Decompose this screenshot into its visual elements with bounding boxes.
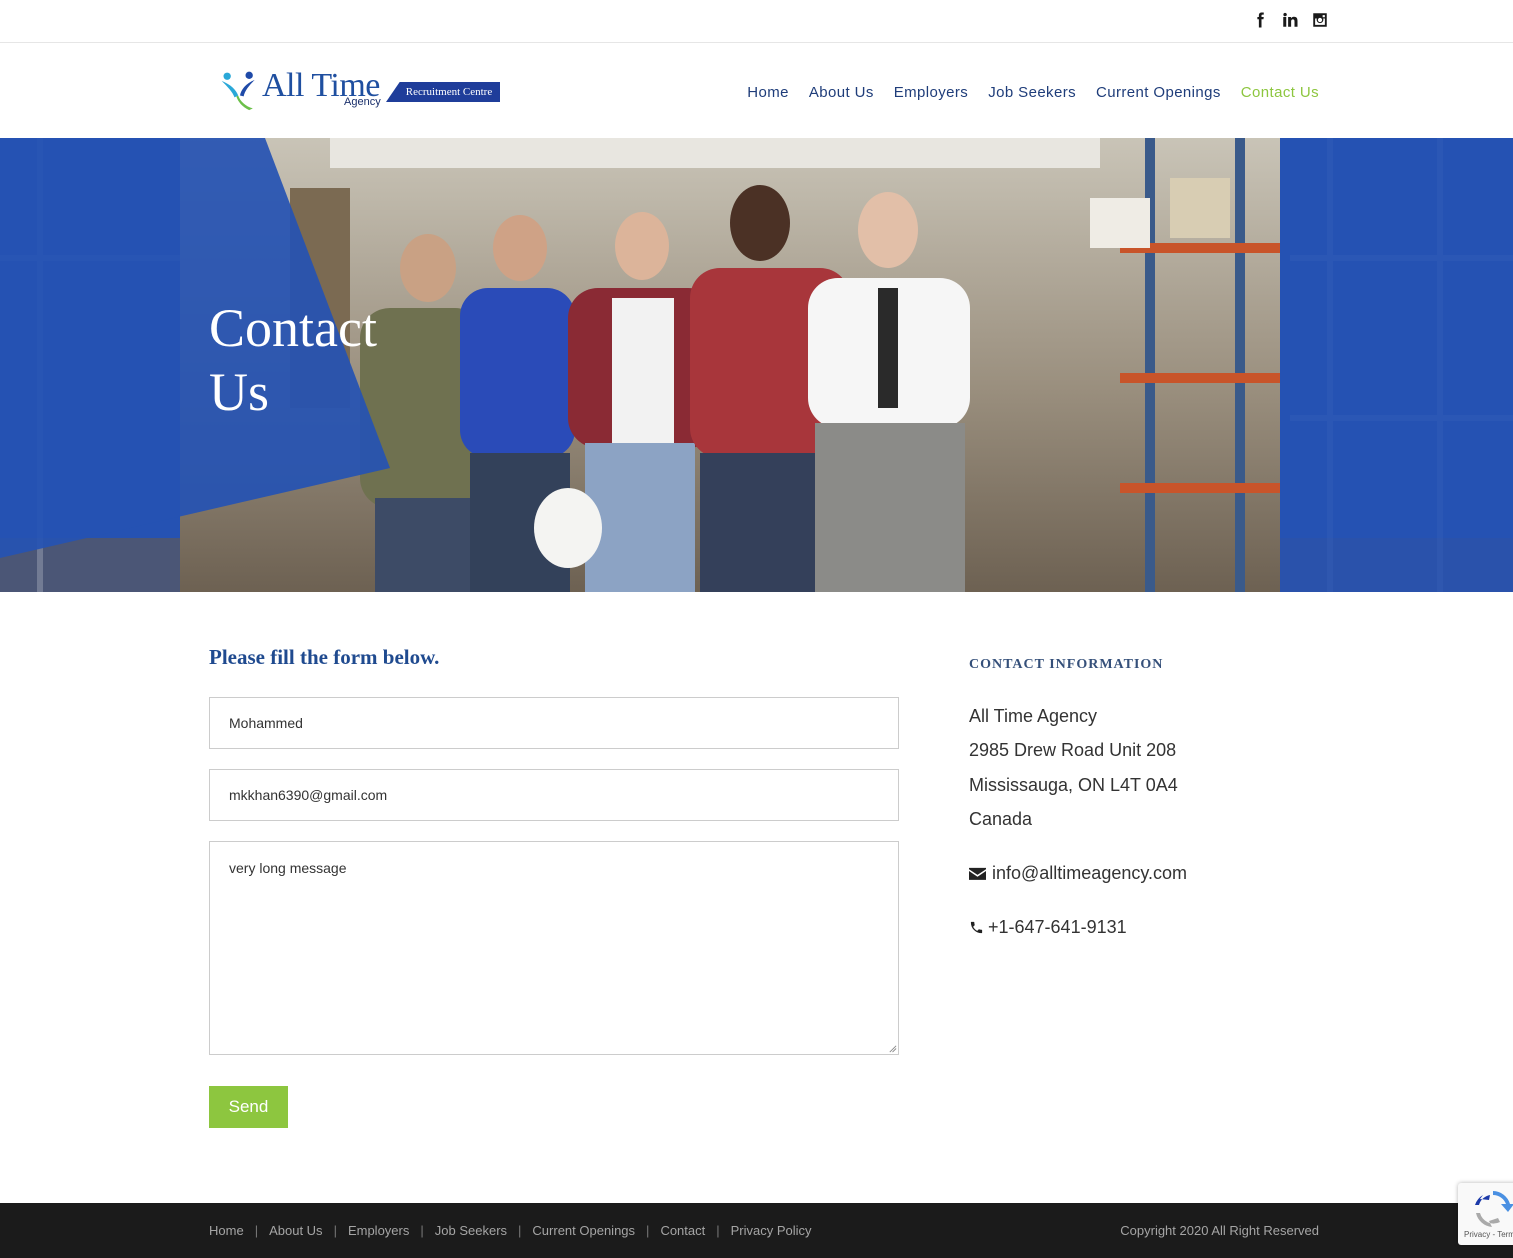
nav-about-us[interactable]: About Us xyxy=(809,84,874,101)
footer-link-about-us[interactable]: About Us xyxy=(269,1223,322,1238)
message-field[interactable]: very long message xyxy=(209,841,899,1055)
footer-separator: | xyxy=(254,1223,259,1238)
email-field[interactable]: mkkhan6390@gmail.com xyxy=(209,769,899,821)
copyright: Copyright 2020 All Right Reserved xyxy=(1120,1223,1319,1238)
top-bar xyxy=(0,0,1513,43)
logo-band: Recruitment Centre xyxy=(386,82,500,102)
footer-separator: | xyxy=(518,1223,522,1238)
recaptcha-icon xyxy=(1475,1191,1513,1227)
contact-company: All Time Agency xyxy=(969,706,1098,726)
contact-email[interactable]: info@alltimeagency.com xyxy=(992,863,1187,883)
envelope-icon xyxy=(969,866,986,881)
logo-subtitle: Agency xyxy=(344,96,381,108)
main-nav: Home About Us Employers Job Seekers Curr… xyxy=(747,84,1319,101)
send-button[interactable]: Send xyxy=(209,1086,288,1128)
footer-link-job-seekers[interactable]: Job Seekers xyxy=(435,1223,507,1238)
nav-job-seekers[interactable]: Job Seekers xyxy=(988,84,1076,101)
recaptcha-text[interactable]: Privacy - Terms xyxy=(1464,1230,1513,1239)
contact-info-title: CONTACT INFORMATION xyxy=(969,657,1164,672)
footer-links: Home | About Us | Employers | Job Seeker… xyxy=(209,1223,812,1238)
nav-employers[interactable]: Employers xyxy=(894,84,968,101)
nav-current-openings[interactable]: Current Openings xyxy=(1096,84,1221,101)
footer-separator: | xyxy=(646,1223,650,1238)
footer-separator: | xyxy=(333,1223,337,1238)
nav-home[interactable]: Home xyxy=(747,84,789,101)
footer-link-current-openings[interactable]: Current Openings xyxy=(532,1223,635,1238)
footer-separator: | xyxy=(420,1223,424,1238)
footer-link-home[interactable]: Home xyxy=(209,1223,244,1238)
recaptcha-badge[interactable]: Privacy - Terms xyxy=(1458,1183,1513,1245)
facebook-link[interactable] xyxy=(1251,9,1269,31)
resize-handle-icon[interactable] xyxy=(888,1044,897,1053)
hero-title: Contact Us xyxy=(209,298,377,422)
name-field[interactable]: Mohammed xyxy=(209,697,899,749)
contact-phone[interactable]: +1-647-641-9131 xyxy=(988,917,1127,937)
footer-link-contact[interactable]: Contact xyxy=(660,1223,705,1238)
social-links xyxy=(1251,9,1329,31)
instagram-icon xyxy=(1313,13,1327,27)
footer-link-employers[interactable]: Employers xyxy=(348,1223,409,1238)
linkedin-icon xyxy=(1283,12,1298,27)
nav-contact-us[interactable]: Contact Us xyxy=(1241,84,1319,101)
instagram-link[interactable] xyxy=(1311,9,1329,31)
footer-link-privacy-policy[interactable]: Privacy Policy xyxy=(731,1223,812,1238)
contact-address-line2: Mississauga, ON L4T 0A4 xyxy=(969,775,1178,795)
contact-country: Canada xyxy=(969,809,1033,829)
hero-banner: Contact Us xyxy=(0,138,1513,592)
site-footer: Home | About Us | Employers | Job Seeker… xyxy=(0,1203,1513,1258)
linkedin-link[interactable] xyxy=(1281,9,1299,31)
contact-address-line1: 2985 Drew Road Unit 208 xyxy=(969,740,1177,760)
logo[interactable]: All Time Agency Recruitment Centre xyxy=(216,66,502,114)
facebook-icon xyxy=(1257,12,1264,28)
phone-icon xyxy=(969,920,984,935)
contact-phone-row: +1-647-641-9131 xyxy=(969,917,1127,938)
contact-email-row: info@alltimeagency.com xyxy=(969,863,1187,884)
footer-separator: | xyxy=(716,1223,720,1238)
logo-figure-icon xyxy=(221,71,255,111)
site-header: All Time Agency Recruitment Centre Home … xyxy=(0,44,1513,138)
form-title: Please fill the form below. xyxy=(209,645,440,669)
